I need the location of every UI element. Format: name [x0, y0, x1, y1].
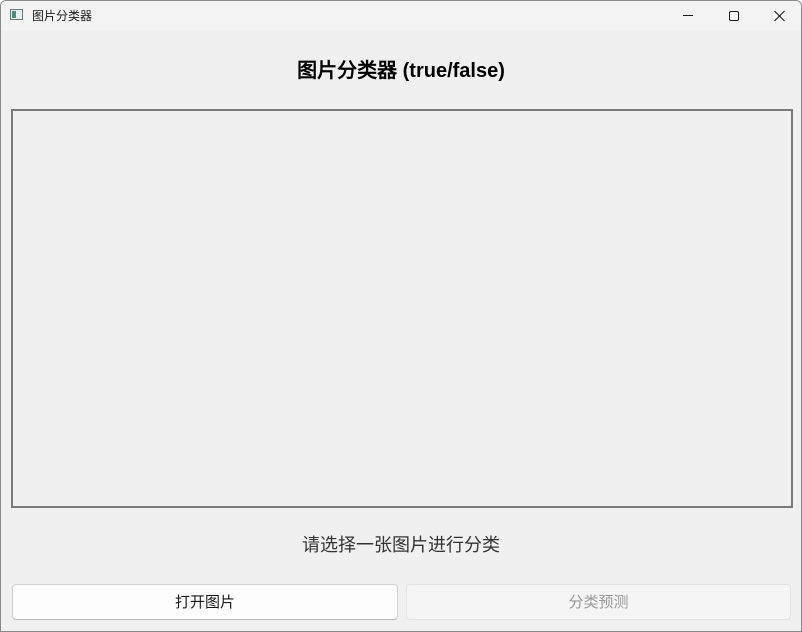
window-title: 图片分类器	[32, 9, 93, 23]
minimize-button[interactable]	[665, 1, 711, 31]
open-image-button[interactable]: 打开图片	[12, 584, 398, 620]
classify-predict-button[interactable]: 分类预测	[406, 584, 791, 620]
close-button[interactable]	[757, 1, 801, 31]
minimize-icon	[683, 15, 693, 16]
status-label: 请选择一张图片进行分类	[302, 535, 500, 556]
maximize-button[interactable]	[711, 1, 757, 31]
app-window: 图片分类器 图片分类器 (true/false) 请选择一张图片进行分类 打开图…	[0, 0, 802, 632]
close-icon	[774, 10, 786, 22]
maximize-icon	[729, 11, 739, 21]
page-title: 图片分类器 (true/false)	[297, 60, 505, 82]
app-icon	[10, 9, 23, 20]
title-bar[interactable]: 图片分类器	[1, 1, 801, 31]
image-preview-panel	[11, 109, 793, 508]
